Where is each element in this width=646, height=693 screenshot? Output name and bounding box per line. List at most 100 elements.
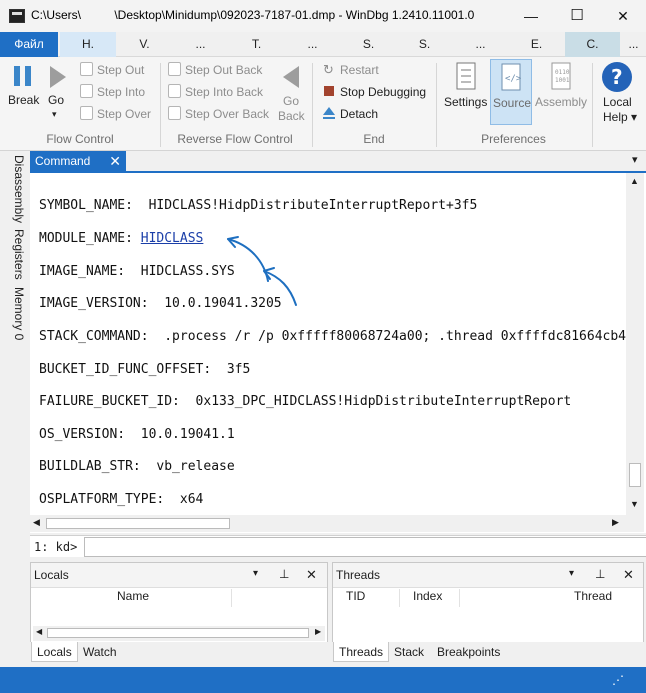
output-line-osplatform-type: OSPLATFORM_TYPE: x64 bbox=[39, 492, 204, 507]
step-over-back-label: Step Over Back bbox=[185, 107, 270, 121]
locals-horizontal-scrollbar[interactable]: ◀ ▶ bbox=[33, 626, 325, 641]
close-icon[interactable]: ✕ bbox=[306, 567, 317, 583]
threads-column-index[interactable]: Index bbox=[413, 589, 442, 609]
stop-debugging-button[interactable]: Stop Debugging bbox=[320, 83, 432, 101]
scroll-right-icon[interactable]: ▶ bbox=[315, 627, 321, 636]
tab-memory-0[interactable]: Memory 0 bbox=[6, 287, 26, 347]
reverse-flow-control-group-label: Reverse Flow Control bbox=[177, 132, 293, 146]
tab-locals[interactable]: Locals bbox=[31, 642, 78, 662]
local-help-button[interactable]: ? Local Help ▾ bbox=[597, 59, 643, 127]
tab-threads[interactable]: Threads bbox=[333, 642, 390, 662]
go-button[interactable]: Go ▾ bbox=[44, 61, 70, 119]
stop-icon bbox=[324, 86, 334, 96]
local-help-label-1: Local bbox=[603, 95, 632, 109]
tab-6[interactable]: S. bbox=[341, 32, 396, 57]
tab-view[interactable]: V. bbox=[117, 32, 172, 57]
close-button[interactable]: ✕ bbox=[600, 0, 646, 32]
tab-watch[interactable]: Watch bbox=[78, 642, 122, 662]
break-button[interactable]: Break bbox=[6, 61, 40, 109]
scrollbar-thumb[interactable] bbox=[47, 628, 309, 638]
go-back-button[interactable]: Go Back bbox=[274, 61, 308, 127]
tab-11[interactable]: ... bbox=[621, 32, 646, 57]
minimize-button[interactable]: — bbox=[508, 0, 554, 32]
tab-4[interactable]: T. bbox=[229, 32, 284, 57]
step-into-back-label: Step Into Back bbox=[185, 85, 264, 99]
scroll-left-icon[interactable]: ◀ bbox=[33, 517, 40, 528]
close-icon[interactable]: ✕ bbox=[109, 151, 121, 171]
dropdown-icon[interactable]: ▾ bbox=[253, 568, 258, 579]
vertical-scrollbar[interactable]: ▲ ▼ bbox=[626, 173, 644, 517]
assembly-button[interactable]: 0110 1001 Assembly bbox=[534, 59, 590, 125]
scroll-right-icon[interactable]: ▶ bbox=[612, 517, 619, 528]
step-over-back-icon bbox=[168, 106, 181, 120]
tab-9[interactable]: E. bbox=[509, 32, 564, 57]
svg-text:</>: </> bbox=[505, 74, 522, 84]
command-input[interactable] bbox=[84, 537, 646, 557]
tab-command[interactable]: Command ✕ bbox=[30, 151, 126, 171]
flow-control-group-label: Flow Control bbox=[46, 132, 114, 146]
command-output[interactable]: SYMBOL_NAME: HIDCLASS!HidpDistributeInte… bbox=[30, 173, 646, 533]
tab-stack[interactable]: Stack bbox=[389, 642, 429, 662]
resize-grip-icon[interactable]: ⋰ bbox=[612, 673, 624, 687]
step-into-back-button[interactable]: Step Into Back bbox=[166, 83, 270, 101]
tab-breakpoints[interactable]: Breakpoints bbox=[432, 642, 505, 662]
locals-column-name[interactable]: Name bbox=[117, 589, 149, 609]
play-icon bbox=[50, 66, 66, 88]
scroll-up-icon[interactable]: ▲ bbox=[630, 176, 639, 186]
detach-button[interactable]: Detach bbox=[320, 105, 430, 123]
close-icon[interactable]: ✕ bbox=[623, 567, 634, 583]
tab-home[interactable]: Н. bbox=[60, 32, 116, 57]
detach-icon bbox=[323, 107, 335, 119]
step-into-button[interactable]: Step Into bbox=[78, 83, 154, 101]
pin-icon[interactable]: ⊥ bbox=[279, 567, 289, 581]
tab-file[interactable]: Файл bbox=[0, 32, 58, 57]
annotation-arrows bbox=[227, 236, 297, 306]
source-label: Source bbox=[493, 96, 532, 110]
locals-title: Locals bbox=[34, 568, 69, 582]
scroll-down-icon[interactable]: ▼ bbox=[630, 499, 639, 509]
windbg-app-icon bbox=[9, 9, 25, 23]
step-over-back-button[interactable]: Step Over Back bbox=[166, 105, 270, 123]
pin-icon[interactable]: ⊥ bbox=[595, 567, 605, 581]
dropdown-icon[interactable]: ▾ bbox=[569, 568, 574, 579]
end-group-label: End bbox=[363, 132, 385, 146]
output-line-os-version: OS_VERSION: 10.0.19041.1 bbox=[39, 427, 235, 442]
step-out-button[interactable]: Step Out bbox=[78, 61, 154, 79]
ribbon: Break Go ▾ Step Out Step Into Step Over … bbox=[0, 57, 646, 151]
threads-title-bar: Threads ▾ ⊥ ✕ bbox=[333, 563, 643, 588]
tab-10[interactable]: C. bbox=[565, 32, 620, 57]
svg-text:1001: 1001 bbox=[555, 77, 570, 84]
window-menu-icon[interactable]: ▾ bbox=[632, 153, 638, 166]
tab-8[interactable]: ... bbox=[453, 32, 508, 57]
module-name-link[interactable]: HIDCLASS bbox=[141, 231, 204, 246]
scrollbar-thumb[interactable] bbox=[629, 463, 641, 487]
threads-column-thread[interactable]: Thread bbox=[574, 589, 612, 609]
tab-registers[interactable]: Registers bbox=[6, 229, 26, 285]
step-into-icon bbox=[80, 84, 93, 98]
tab-disassembly[interactable]: Disassembly bbox=[6, 155, 26, 225]
svg-text:?: ? bbox=[611, 65, 623, 89]
step-into-label: Step Into bbox=[97, 85, 146, 99]
local-help-label-2: Help ▾ bbox=[603, 110, 638, 124]
scroll-left-icon[interactable]: ◀ bbox=[36, 627, 42, 636]
assembly-label: Assembly bbox=[535, 95, 588, 109]
step-out-label: Step Out bbox=[97, 63, 145, 77]
go-dropdown-icon: ▾ bbox=[52, 109, 57, 119]
settings-button[interactable]: Settings bbox=[441, 59, 489, 125]
tab-5[interactable]: ... bbox=[285, 32, 340, 57]
restart-icon: ↻ bbox=[323, 62, 334, 77]
column-divider bbox=[459, 589, 460, 607]
restart-button[interactable]: ↻ Restart bbox=[320, 61, 430, 79]
tab-3[interactable]: ... bbox=[173, 32, 228, 57]
horizontal-scrollbar[interactable]: ◀ ▶ bbox=[30, 515, 644, 532]
source-button[interactable]: </> Source bbox=[490, 59, 532, 125]
output-line-bucket-id-func-offset: BUCKET_ID_FUNC_OFFSET: 3f5 bbox=[39, 362, 251, 377]
maximize-button[interactable]: ☐ bbox=[554, 0, 600, 32]
pause-icon bbox=[14, 66, 31, 86]
output-line-stack-command: STACK_COMMAND: .process /r /p 0xfffff800… bbox=[39, 329, 627, 344]
tab-7[interactable]: S. bbox=[397, 32, 452, 57]
scrollbar-thumb[interactable] bbox=[46, 518, 230, 529]
step-out-back-button[interactable]: Step Out Back bbox=[166, 61, 270, 79]
threads-column-tid[interactable]: TID bbox=[346, 589, 365, 609]
step-over-button[interactable]: Step Over bbox=[78, 105, 154, 123]
